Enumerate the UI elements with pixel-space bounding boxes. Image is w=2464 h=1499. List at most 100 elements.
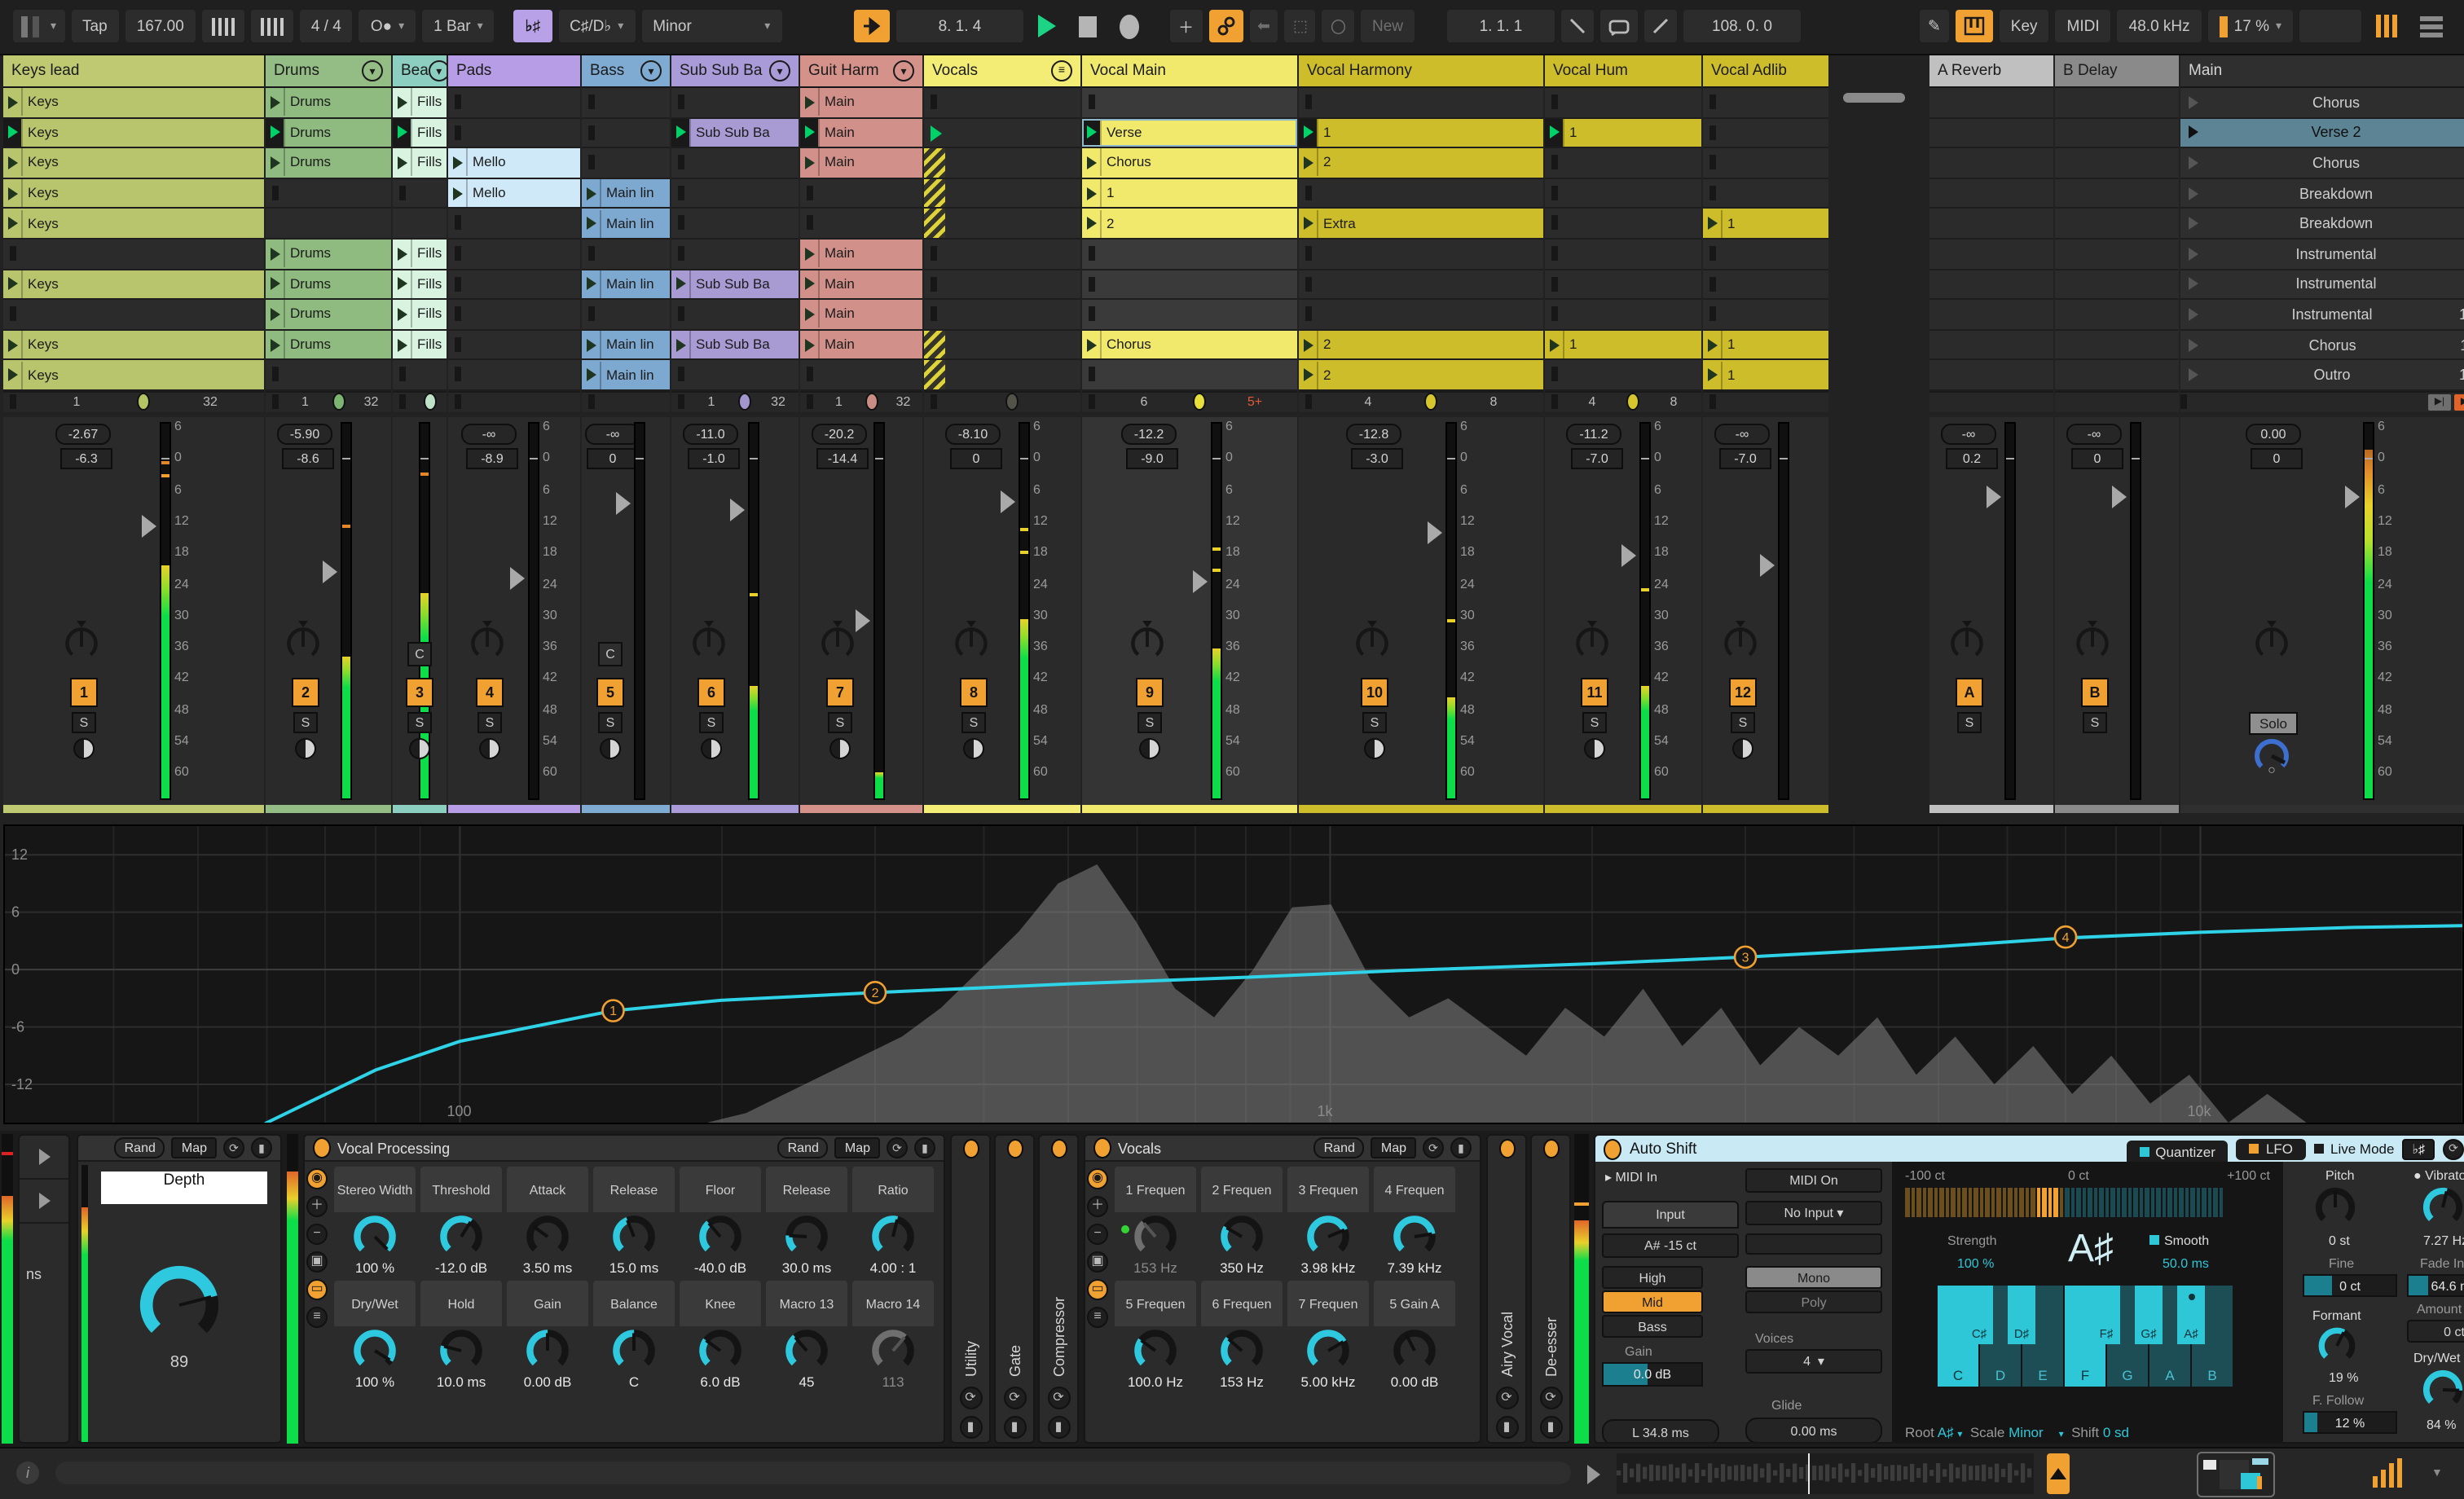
clip-launch-icon[interactable]	[266, 118, 284, 147]
solo-button[interactable]: S	[1731, 712, 1755, 733]
clip-stop-icon[interactable]	[1709, 276, 1716, 292]
clip-stop-icon[interactable]	[678, 306, 684, 322]
sidechain-extra-box[interactable]	[1745, 1233, 1882, 1255]
stop-all-clips-icon[interactable]	[1305, 394, 1312, 410]
pan-knob[interactable]	[1129, 619, 1165, 662]
fader-handle[interactable]	[2345, 486, 2360, 508]
track-header[interactable]: A Reverb	[1929, 55, 2053, 88]
clip-stop-icon[interactable]	[931, 95, 937, 109]
ffollow-slider[interactable]: 12 %	[2303, 1411, 2397, 1434]
clip-slot[interactable]: Fills	[393, 88, 447, 119]
clip-launch-icon[interactable]	[671, 270, 689, 298]
device-activator-led[interactable]	[1050, 1139, 1067, 1158]
clip-slot[interactable]	[393, 209, 447, 240]
stop-button[interactable]	[1071, 10, 1105, 42]
refresh-icon[interactable]: ⟳	[887, 1137, 908, 1158]
cue-icon[interactable]	[295, 738, 316, 759]
clip-slot[interactable]	[924, 300, 1080, 331]
return-slot[interactable]	[1929, 270, 2053, 301]
track-header[interactable]: Vocals ≡	[924, 55, 1080, 88]
key-c-[interactable]: C♯	[1965, 1286, 1993, 1344]
volume-field[interactable]: 0	[2251, 448, 2303, 469]
peak-level-display[interactable]: -2.67	[55, 424, 111, 445]
clip-stop-icon[interactable]	[588, 155, 595, 170]
clip-stop-icon[interactable]	[455, 306, 461, 322]
midi-on-button[interactable]: MIDI On	[1745, 1168, 1882, 1193]
chain-play-icon[interactable]	[20, 1180, 68, 1224]
return-slot[interactable]	[1929, 178, 2053, 209]
clip-launch-icon[interactable]	[582, 179, 600, 208]
clip-slot[interactable]	[3, 300, 264, 331]
variation-icon[interactable]: ▣	[1087, 1251, 1108, 1273]
clip-slot[interactable]	[1299, 88, 1543, 119]
return-slot[interactable]	[1929, 300, 2053, 331]
volume-field[interactable]: 0	[587, 448, 639, 469]
scene-instrumental-9[interactable]: Instrumental9	[2180, 270, 2464, 301]
preview-volume-knob[interactable]: ○	[2252, 736, 2291, 784]
group-slot[interactable]	[924, 330, 1080, 361]
new-button[interactable]: New	[1360, 10, 1415, 42]
track-header[interactable]: Drums ▾	[266, 55, 391, 88]
track-header[interactable]: Main	[2180, 55, 2464, 88]
save-preset-icon[interactable]: ▮	[959, 1416, 982, 1439]
device-activator-led[interactable]	[962, 1139, 979, 1158]
clip-slot[interactable]: 2	[1299, 330, 1543, 361]
clip-slot[interactable]: 1	[1703, 209, 1828, 240]
vibrato-value[interactable]: 7.27 Hz	[2423, 1233, 2464, 1248]
volume-field[interactable]: 0	[950, 448, 1002, 469]
root-note-menu[interactable]: C♯/D♭ ▾	[558, 10, 636, 42]
pan-knob-wrap[interactable]	[1129, 619, 1165, 662]
remove-macro-icon[interactable]: −	[306, 1224, 328, 1245]
save-preset-icon[interactable]: ▮	[1539, 1416, 1562, 1439]
peak-level-display[interactable]: -∞	[2066, 424, 2122, 445]
knob[interactable]	[782, 1212, 831, 1261]
clip-slot[interactable]: Main lin	[582, 330, 670, 361]
clip-stop-icon[interactable]	[1551, 155, 1558, 170]
return-slot[interactable]	[2055, 178, 2179, 209]
return-slot[interactable]	[1929, 88, 2053, 119]
crossfade-assign-button[interactable]: C	[407, 642, 432, 666]
clip-slot[interactable]: Main	[800, 148, 922, 179]
track-activator-button[interactable]: A	[1956, 678, 1983, 707]
chain-list-icon[interactable]: ≡	[306, 1307, 328, 1328]
fine-slider[interactable]: 0 ct	[2303, 1274, 2397, 1297]
clip-launch-icon[interactable]	[393, 88, 411, 116]
clip-launch-icon[interactable]	[1299, 118, 1317, 147]
hot-swap-icon[interactable]: ⟳	[1495, 1387, 1518, 1409]
fader-handle[interactable]	[616, 492, 631, 515]
solo-button[interactable]: S	[407, 712, 432, 733]
cue-icon[interactable]	[1364, 738, 1385, 759]
clip-slot[interactable]	[393, 360, 447, 391]
clip-slot[interactable]: Main	[800, 270, 922, 301]
add-macro-icon[interactable]: ＋	[1087, 1196, 1108, 1217]
midi-in-label[interactable]: ▸ MIDI In	[1605, 1170, 1657, 1185]
stop-all-clips-icon[interactable]	[807, 394, 813, 410]
clip-slot[interactable]	[671, 360, 799, 391]
fader-handle[interactable]	[1987, 486, 2001, 508]
clip-launch-icon[interactable]	[800, 300, 818, 328]
pan-knob-wrap[interactable]	[1574, 619, 1610, 662]
clip-slot[interactable]	[1299, 178, 1543, 209]
pan-knob[interactable]	[1723, 619, 1758, 662]
clip-slot[interactable]	[266, 209, 391, 240]
track-activator-button[interactable]: 11	[1581, 678, 1608, 707]
clip-stop-icon[interactable]	[678, 367, 684, 382]
capture-midi-icon[interactable]: ⬚	[1284, 10, 1316, 42]
track-activator-button[interactable]: 7	[826, 678, 854, 707]
track-activator-button[interactable]: 3	[406, 678, 433, 707]
clip-slot[interactable]: Main	[800, 118, 922, 149]
clip-stop-icon[interactable]	[455, 95, 461, 109]
root-value[interactable]: A♯	[1938, 1424, 1954, 1440]
scene-launch-icon[interactable]	[2189, 368, 2198, 382]
chain-list-icon[interactable]: ≡	[1087, 1307, 1108, 1328]
rand-button[interactable]: Rand	[1313, 1137, 1365, 1158]
clip-launch-icon[interactable]	[1545, 118, 1563, 147]
clip-stop-icon[interactable]	[10, 245, 16, 261]
scene-instrumental-10[interactable]: Instrumental10	[2180, 300, 2464, 331]
clip-slot[interactable]	[924, 88, 1080, 119]
info-icon[interactable]: i	[16, 1462, 39, 1484]
clip-stop-icon[interactable]	[807, 367, 813, 382]
scene-follow-icon[interactable]: ▶≡	[2454, 393, 2464, 411]
clip-stop-icon[interactable]	[1089, 245, 1095, 261]
track-activator-button[interactable]: 8	[960, 678, 988, 707]
